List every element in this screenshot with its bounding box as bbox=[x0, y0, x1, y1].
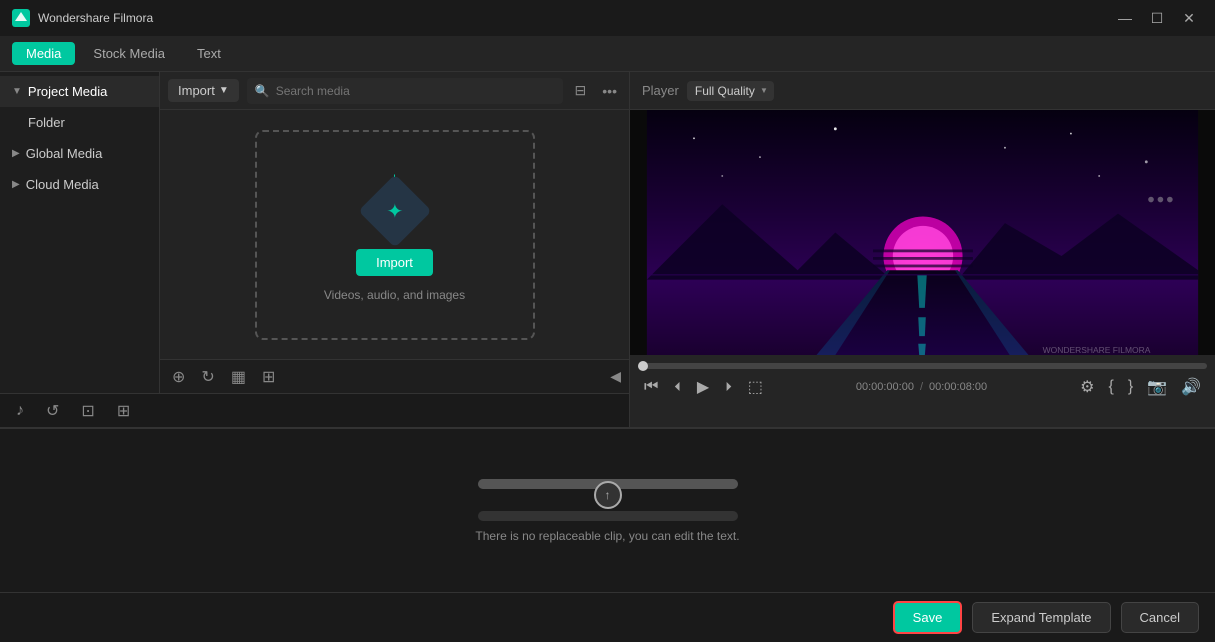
right-panel: Player Full Quality 1/2 Quality 1/4 Qual… bbox=[630, 72, 1215, 427]
progress-dot bbox=[638, 361, 648, 371]
media-toolbar: Import ▼ 🔍 ⊟ ••• bbox=[160, 72, 629, 110]
quality-selector-wrapper: Full Quality 1/2 Quality 1/4 Quality ▼ bbox=[687, 81, 774, 101]
bottom-action-bar: Save Expand Template Cancel bbox=[0, 592, 1215, 642]
player-video: WONDERSHARE FILMORA bbox=[630, 110, 1215, 355]
import-button[interactable]: Import ▼ bbox=[168, 79, 239, 102]
sidebar-label-folder: Folder bbox=[28, 115, 65, 130]
minimize-button[interactable]: — bbox=[1111, 7, 1139, 29]
sidebar-item-project-media[interactable]: ▼ Project Media bbox=[0, 76, 159, 107]
search-input[interactable] bbox=[276, 84, 555, 98]
cursor-icon: ↑ bbox=[605, 488, 611, 502]
play-button[interactable]: ▶ bbox=[691, 375, 715, 399]
middle-section: ▼ Project Media Folder ▶ Global Media ▶ … bbox=[0, 72, 1215, 427]
volume-button[interactable]: 🔊 bbox=[1175, 375, 1207, 399]
top-tabs: Media Stock Media Text bbox=[0, 36, 1215, 72]
app-title: Wondershare Filmora bbox=[38, 11, 153, 25]
tab-media[interactable]: Media bbox=[12, 42, 75, 65]
video-preview: WONDERSHARE FILMORA bbox=[630, 110, 1215, 355]
control-row: ⏮ ⏴ ▶ ⏵ ⬚ 00:00:00:00 / 00:00:08:00 ⚙ { bbox=[638, 375, 1207, 399]
expand-template-button[interactable]: Expand Template bbox=[972, 602, 1110, 633]
secondary-toolbar: ♪ ↺ ⊡ ⊞ bbox=[0, 393, 629, 427]
frame-forward-button[interactable]: ⏵ bbox=[719, 377, 738, 397]
titlebar: Wondershare Filmora — ☐ ✕ bbox=[0, 0, 1215, 36]
more-options-button[interactable]: ••• bbox=[598, 81, 621, 101]
refresh-button[interactable]: ↻ bbox=[197, 365, 218, 389]
drop-zone: ↓ ✦ Import Videos, audio, and images bbox=[160, 110, 629, 359]
audio-icon-button[interactable]: ♪ bbox=[10, 400, 30, 422]
snapshot-button[interactable]: 📷 bbox=[1141, 375, 1173, 399]
progress-bar[interactable] bbox=[638, 363, 1207, 369]
filmora-logo-icon: ✦ bbox=[386, 198, 403, 223]
time-section: 00:00:00:00 / 00:00:08:00 bbox=[856, 381, 987, 393]
player-controls: ⏮ ⏴ ▶ ⏵ ⬚ 00:00:00:00 / 00:00:08:00 ⚙ { bbox=[630, 355, 1215, 427]
time-separator: / bbox=[920, 381, 923, 393]
search-icon: 🔍 bbox=[255, 84, 270, 98]
cursor-indicator: ↑ bbox=[594, 481, 622, 509]
app-body: Media Stock Media Text ▼ Project Media F… bbox=[0, 36, 1215, 642]
crop-button[interactable]: ⊡ bbox=[75, 399, 100, 423]
app-logo bbox=[12, 9, 30, 27]
right-controls: ⚙ { } 📷 🔊 bbox=[1074, 375, 1207, 399]
time-total: 00:00:08:00 bbox=[929, 381, 987, 393]
sidebar-item-folder[interactable]: Folder bbox=[0, 107, 159, 138]
left-panel: ▼ Project Media Folder ▶ Global Media ▶ … bbox=[0, 72, 630, 427]
player-label: Player bbox=[642, 83, 679, 98]
mark-out-button[interactable]: } bbox=[1122, 376, 1139, 398]
sidebar-label-cloud-media: Cloud Media bbox=[26, 177, 99, 192]
no-clip-text: There is no replaceable clip, you can ed… bbox=[475, 529, 739, 543]
settings-button[interactable]: ⚙ bbox=[1074, 375, 1100, 399]
titlebar-left: Wondershare Filmora bbox=[12, 9, 153, 27]
mark-in-button[interactable]: { bbox=[1102, 376, 1119, 398]
left-inner: ▼ Project Media Folder ▶ Global Media ▶ … bbox=[0, 72, 629, 393]
timeline-bar-2 bbox=[478, 511, 738, 521]
collapse-sidebar-button[interactable]: ◀ bbox=[610, 368, 621, 385]
undo-button[interactable]: ↺ bbox=[40, 399, 65, 423]
timeline-bar-2-wrap bbox=[478, 511, 738, 521]
tab-text[interactable]: Text bbox=[183, 42, 235, 65]
step-back-button[interactable]: ⏮ bbox=[638, 376, 664, 398]
time-current: 00:00:00:00 bbox=[856, 381, 914, 393]
titlebar-controls: — ☐ ✕ bbox=[1111, 7, 1203, 29]
save-button[interactable]: Save bbox=[893, 601, 963, 634]
media-bottom-toolbar: ⊕ ↻ ▦ ⊞ ◀ bbox=[160, 359, 629, 393]
sidebar-label-global-media: Global Media bbox=[26, 146, 103, 161]
timeline-section: ↑ There is no replaceable clip, you can … bbox=[0, 427, 1215, 592]
arrow-icon-cloud: ▶ bbox=[12, 179, 20, 190]
timeline-bar-container: ↑ bbox=[478, 479, 738, 489]
tab-stock-media[interactable]: Stock Media bbox=[79, 42, 179, 65]
maximize-button[interactable]: ☐ bbox=[1143, 7, 1171, 29]
grid-view-button[interactable]: ▦ bbox=[227, 365, 250, 389]
frame-back-button[interactable]: ⏴ bbox=[668, 377, 687, 397]
add-media-button[interactable]: ⊕ bbox=[168, 365, 189, 389]
svg-text:WONDERSHARE FILMORA: WONDERSHARE FILMORA bbox=[1043, 345, 1151, 355]
timeline-body: ↑ There is no replaceable clip, you can … bbox=[0, 429, 1215, 592]
arrow-icon-global: ▶ bbox=[12, 148, 20, 159]
drop-zone-inner[interactable]: ↓ ✦ Import Videos, audio, and images bbox=[255, 130, 535, 340]
import-drop-button[interactable]: Import bbox=[356, 249, 433, 276]
close-button[interactable]: ✕ bbox=[1175, 7, 1203, 29]
sidebar-item-cloud-media[interactable]: ▶ Cloud Media bbox=[0, 169, 159, 200]
sidebar-item-global-media[interactable]: ▶ Global Media bbox=[0, 138, 159, 169]
search-box: 🔍 bbox=[247, 78, 563, 104]
list-view-button[interactable]: ⊞ bbox=[258, 365, 279, 389]
player-header: Player Full Quality 1/2 Quality 1/4 Qual… bbox=[630, 72, 1215, 110]
import-label: Import bbox=[178, 83, 215, 98]
sidebar: ▼ Project Media Folder ▶ Global Media ▶ … bbox=[0, 72, 160, 393]
sidebar-label-project-media: Project Media bbox=[28, 84, 107, 99]
playback-buttons: ⏮ ⏴ ▶ ⏵ ⬚ bbox=[638, 375, 769, 399]
drop-description: Videos, audio, and images bbox=[324, 288, 465, 302]
arrow-icon: ▼ bbox=[12, 86, 22, 97]
quality-select[interactable]: Full Quality 1/2 Quality 1/4 Quality bbox=[687, 81, 774, 101]
import-chevron-icon: ▼ bbox=[219, 85, 229, 96]
crop-view-button[interactable]: ⬚ bbox=[742, 375, 769, 399]
cancel-button[interactable]: Cancel bbox=[1121, 602, 1199, 633]
media-content: Import ▼ 🔍 ⊟ ••• bbox=[160, 72, 629, 393]
transform-button[interactable]: ⊞ bbox=[111, 399, 136, 423]
filter-button[interactable]: ⊟ bbox=[571, 80, 591, 101]
